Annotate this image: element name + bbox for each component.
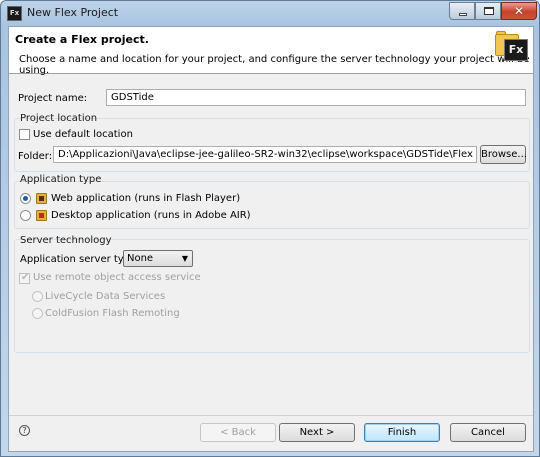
minimize-icon <box>459 13 467 16</box>
finish-button[interactable]: Finish <box>364 423 440 442</box>
maximize-button[interactable] <box>475 2 501 20</box>
web-application-label: Web application (runs in Flash Player) <box>51 193 241 204</box>
close-button[interactable]: ✕ <box>501 2 537 20</box>
coldfusion-radio[interactable] <box>32 308 43 319</box>
application-type-title: Application type <box>20 174 102 185</box>
checkmark-icon: ✔ <box>21 272 30 283</box>
web-application-icon <box>36 193 47 204</box>
maximize-icon <box>484 7 494 15</box>
close-icon: ✕ <box>513 4 525 18</box>
next-button[interactable]: Next > <box>279 423 355 442</box>
flex-app-icon: Fx <box>7 6 22 21</box>
server-type-select[interactable]: None ▼ <box>123 250 193 267</box>
page-title: Create a Flex project. <box>15 33 149 46</box>
footer-divider <box>9 415 533 416</box>
project-name-input[interactable]: GDSTide <box>106 89 526 106</box>
window-title: New Flex Project <box>27 6 119 19</box>
desktop-application-icon <box>36 210 47 221</box>
project-location-group <box>14 118 530 172</box>
server-type-value: None <box>127 253 154 264</box>
remote-object-checkbox[interactable]: ✔ <box>19 272 30 284</box>
project-location-title: Project location <box>20 113 98 124</box>
project-name-label: Project name: <box>18 93 88 104</box>
desktop-application-radio[interactable] <box>20 210 31 221</box>
use-default-location-checkbox[interactable] <box>19 129 30 140</box>
flex-folder-icon: Fx <box>495 29 529 63</box>
dialog-window: Fx New Flex Project ✕ Create a Flex proj… <box>0 0 540 457</box>
desktop-application-label: Desktop application (runs in Adobe AIR) <box>51 210 251 221</box>
browse-button[interactable]: Browse... <box>480 145 527 164</box>
remote-object-label: Use remote object access service <box>33 272 201 283</box>
folder-label: Folder: <box>18 151 53 162</box>
use-default-location-label: Use default location <box>33 129 133 140</box>
application-type-group <box>14 181 530 229</box>
cancel-button[interactable]: Cancel <box>450 423 526 442</box>
chevron-down-icon: ▼ <box>181 254 188 263</box>
server-type-label: Application server type: <box>20 254 140 265</box>
wizard-header: Create a Flex project. Choose a name and… <box>9 27 533 76</box>
title-bar[interactable]: Fx New Flex Project ✕ <box>1 1 539 26</box>
web-application-radio[interactable] <box>20 193 31 204</box>
coldfusion-label: ColdFusion Flash Remoting <box>45 308 180 319</box>
help-icon[interactable]: ? <box>19 425 30 436</box>
dialog-body: Create a Flex project. Choose a name and… <box>8 26 534 452</box>
livecycle-radio[interactable] <box>32 291 43 302</box>
folder-path-input[interactable]: D:\Applicazioni\Java\eclipse-jee-galileo… <box>53 146 477 163</box>
back-button[interactable]: < Back <box>200 423 276 442</box>
minimize-button[interactable] <box>449 2 475 20</box>
server-technology-title: Server technology <box>20 235 112 246</box>
livecycle-label: LiveCycle Data Services <box>45 291 166 302</box>
page-description: Choose a name and location for your proj… <box>19 54 530 76</box>
fx-badge: Fx <box>504 39 528 61</box>
